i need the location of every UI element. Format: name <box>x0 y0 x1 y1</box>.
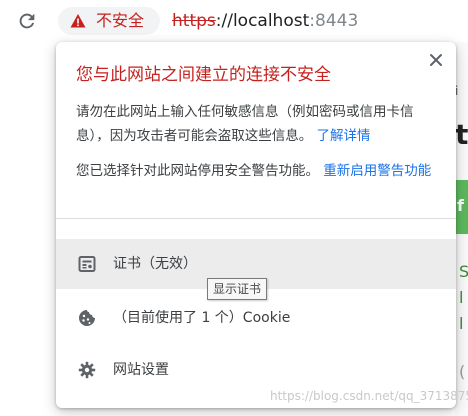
certificate-tooltip: 显示证书 <box>207 278 268 300</box>
certificate-label: 证书（无效） <box>113 256 197 272</box>
background-page-link[interactable]: ( <box>459 362 465 381</box>
popup-description: 请勿在此网站上输入任何敏感信息（例如密码或信用卡信息），因为攻击者可能会盗取这些… <box>76 100 440 148</box>
popup-disabled-warning: 您已选择针对此网站停用安全警告功能。 重新启用警告功能 <box>76 159 440 183</box>
cookie-label: （目前使用了 1 个）Cookie <box>113 310 291 326</box>
browser-toolbar: 不安全 https://localhost:8443 <box>0 0 468 42</box>
url-port: :8443 <box>309 11 359 31</box>
background-page-link[interactable]: S <box>459 262 468 281</box>
site-info-popup: 您与此网站之间建立的连接不安全 请勿在此网站上输入任何敏感信息（例如密码或信用卡… <box>56 42 456 408</box>
warning-icon <box>70 14 86 28</box>
reload-icon[interactable] <box>16 10 38 32</box>
security-badge[interactable]: 不安全 <box>58 7 160 35</box>
learn-more-link[interactable]: 了解详情 <box>317 128 371 144</box>
background-page-green-text: f <box>457 196 464 215</box>
site-settings-row[interactable]: 网站设置 <box>56 345 456 395</box>
certificate-icon <box>78 256 96 272</box>
url-host: ://localhost <box>215 11 310 31</box>
close-icon[interactable] <box>426 50 446 70</box>
background-page-heading: t <box>455 118 468 151</box>
cookie-row[interactable]: （目前使用了 1 个）Cookie <box>56 293 456 343</box>
reenable-warning-link[interactable]: 重新启用警告功能 <box>323 163 431 179</box>
divider <box>56 218 456 219</box>
url-scheme: https <box>172 11 216 31</box>
popup-disabled-text: 您已选择针对此网站停用安全警告功能。 <box>76 163 319 179</box>
background-page-link[interactable]: l <box>459 314 463 333</box>
cookie-icon <box>79 310 95 326</box>
site-settings-label: 网站设置 <box>113 362 169 378</box>
watermark: https://blog.csdn.net/qq_37138756 <box>270 389 468 403</box>
security-badge-label: 不安全 <box>96 11 145 30</box>
gear-icon <box>78 361 96 379</box>
background-page-link[interactable]: l <box>459 288 463 307</box>
popup-title: 您与此网站之间建立的连接不安全 <box>76 65 331 85</box>
address-bar[interactable]: https://localhost:8443 <box>172 10 358 32</box>
